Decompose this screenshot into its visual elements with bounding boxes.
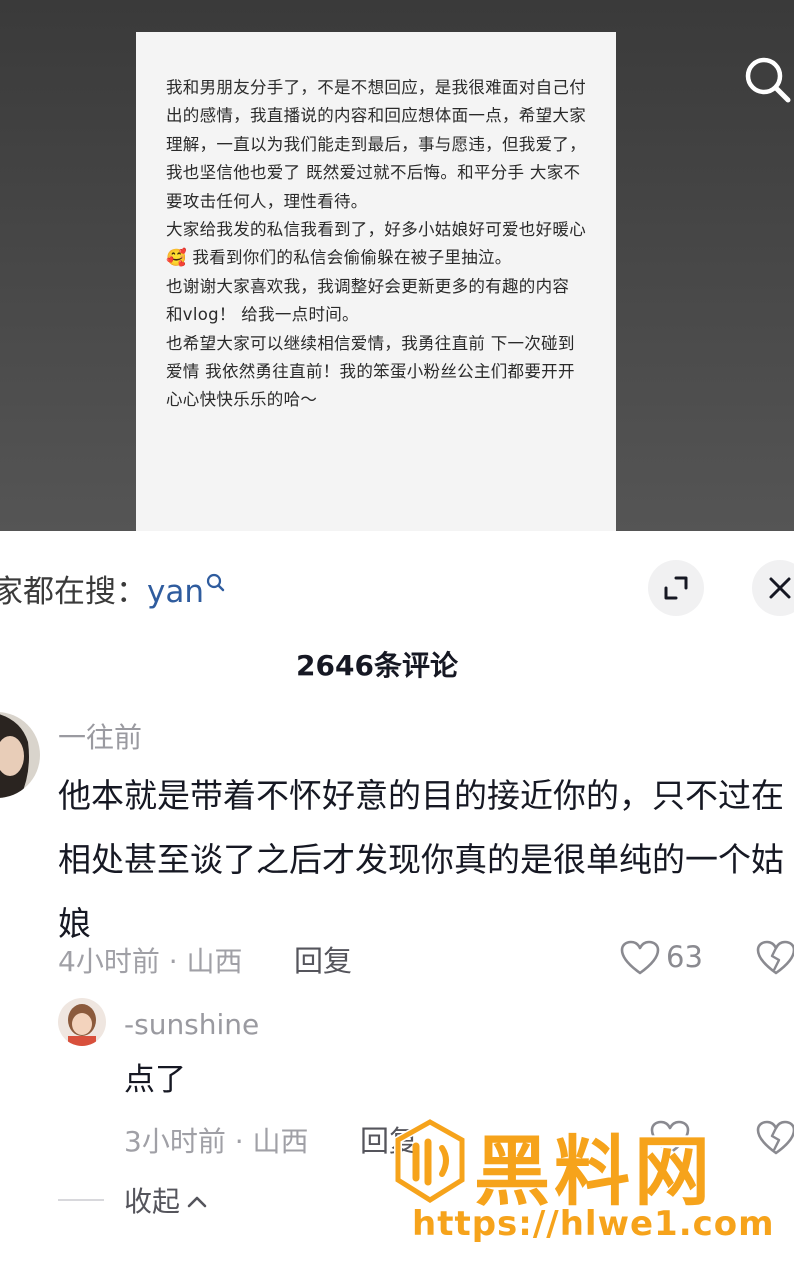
trending-term[interactable]: yan [147, 574, 204, 610]
chevron-up-icon [186, 1184, 208, 1217]
collapse-label: 收起 [124, 1185, 181, 1218]
watermark-logo-icon [392, 1117, 468, 1208]
search-button[interactable] [740, 52, 794, 108]
small-search-icon [206, 566, 226, 602]
watermark: 黑料网 https://hlwe1.com [392, 1116, 792, 1266]
note-image: 我和男朋友分手了，不是不想回应，是我很难面对自己付出的感情，我直播说的内容和回应… [136, 32, 616, 531]
note-text: 我和男朋友分手了，不是不想回应，是我很难面对自己付出的感情，我直播说的内容和回应… [166, 78, 586, 410]
search-icon [745, 57, 791, 103]
divider [58, 1199, 104, 1201]
broken-heart-icon [756, 940, 794, 975]
avatar[interactable] [58, 998, 106, 1046]
comment-meta: 4小时前 · 山西 [58, 945, 243, 978]
like-button[interactable] [620, 940, 660, 980]
comment-username[interactable]: 一往前 [58, 716, 142, 756]
trending-search[interactable]: 家都在搜：yan [0, 566, 226, 611]
avatar[interactable] [0, 712, 40, 798]
trending-prefix: 家都在搜： [0, 574, 147, 610]
expand-icon [664, 576, 688, 600]
comment-username[interactable]: -sunshine [124, 1008, 259, 1041]
comment-count-title: 2646条评论 [296, 649, 458, 682]
collapse-replies-button[interactable]: 收起 [58, 1180, 208, 1220]
dislike-button[interactable] [756, 940, 794, 980]
expand-button[interactable] [648, 560, 704, 616]
comment-meta: 3小时前 · 山西 [124, 1125, 309, 1158]
close-button[interactable] [752, 560, 794, 616]
comment-text: 点了 [124, 1062, 186, 1098]
comment-text: 他本就是带着不怀好意的目的接近你的，只不过在相处甚至谈了之后才发现你真的是很单纯… [58, 776, 784, 943]
video-area[interactable]: 我和男朋友分手了，不是不想回应，是我很难面对自己付出的感情，我直播说的内容和回应… [0, 0, 794, 531]
watermark-url: https://hlwe1.com [412, 1204, 775, 1244]
like-count: 63 [666, 940, 703, 974]
heart-icon [620, 940, 660, 975]
close-icon [769, 577, 791, 599]
reply-button[interactable]: 回复 [294, 938, 352, 980]
